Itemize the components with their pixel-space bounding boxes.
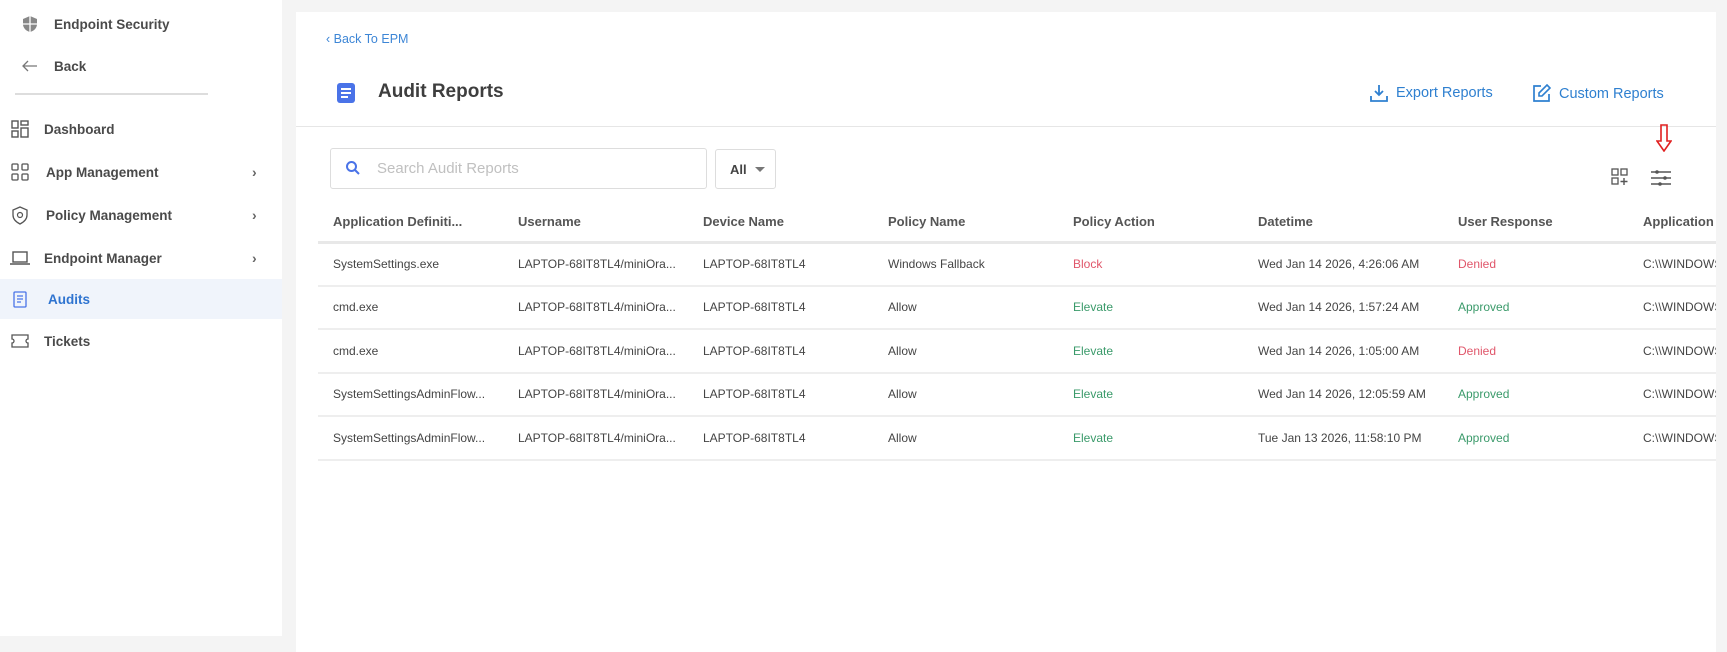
column-settings-sliders-icon[interactable]	[1651, 170, 1671, 186]
ticket-icon	[10, 331, 30, 351]
main-panel: ‹ Back To EPM Audit Reports Export Repor…	[296, 12, 1716, 652]
sidebar-item-audits[interactable]: Audits	[0, 279, 282, 319]
table-cell: Approved	[1443, 372, 1628, 417]
chevron-right-icon: ›	[252, 164, 257, 180]
column-header[interactable]: Policy Action	[1058, 202, 1243, 244]
sidebar-item-dashboard[interactable]: Dashboard	[0, 109, 282, 149]
sidebar-item-app-management[interactable]: App Management ›	[0, 152, 282, 192]
back-button[interactable]: Back	[10, 46, 292, 86]
table-cell: Wed Jan 14 2026, 12:05:59 AM	[1243, 372, 1443, 417]
table-cell: LAPTOP-68IT8TL4/miniOra...	[503, 285, 688, 330]
chevron-right-icon: ›	[252, 207, 257, 223]
sidebar-item-endpoint-manager[interactable]: Endpoint Manager ›	[0, 238, 282, 278]
table-row[interactable]: SystemSettings.exe LAPTOP-68IT8TL4/miniOr…	[318, 242, 1716, 287]
table-cell: C:\\WINDOWS	[1628, 329, 1716, 374]
column-header[interactable]: Application	[1628, 202, 1716, 244]
sidebar: Endpoint Security Back Dashboard App Man…	[0, 0, 282, 636]
header-divider	[296, 126, 1716, 127]
chevron-right-icon: ›	[252, 250, 257, 266]
filter-dropdown[interactable]: All	[715, 149, 776, 189]
column-header[interactable]: Username	[503, 202, 688, 244]
caret-down-icon	[755, 167, 765, 172]
dashboard-icon	[10, 119, 30, 139]
table-cell: LAPTOP-68IT8TL4	[688, 285, 873, 330]
table-cell: LAPTOP-68IT8TL4/miniOra...	[503, 242, 688, 287]
table-cell: cmd.exe	[318, 329, 503, 374]
table-cell: SystemSettingsAdminFlow...	[318, 372, 503, 417]
sidebar-divider	[15, 93, 208, 95]
table-cell: Approved	[1443, 285, 1628, 330]
table-cell: SystemSettings.exe	[318, 242, 503, 287]
audit-report-icon	[337, 83, 355, 103]
table-row[interactable]: cmd.exe LAPTOP-68IT8TL4/miniOra... LAPTOP-…	[318, 285, 1716, 330]
table-cell: LAPTOP-68IT8TL4	[688, 416, 873, 461]
table-cell: Denied	[1443, 329, 1628, 374]
red-arrow-down-icon	[1656, 124, 1672, 152]
table-header-row: Application Definiti... Username Device Na…	[318, 202, 1716, 244]
table-cell: C:\\WINDOWS	[1628, 242, 1716, 287]
table-cell: SystemSettingsAdminFlow...	[318, 416, 503, 461]
table-cell: Allow	[873, 372, 1058, 417]
table-cell: LAPTOP-68IT8TL4	[688, 329, 873, 374]
export-reports-button[interactable]: Export Reports	[1370, 84, 1493, 102]
table-cell: Allow	[873, 329, 1058, 374]
download-icon	[1370, 85, 1388, 102]
column-header[interactable]: Datetime	[1243, 202, 1443, 244]
sidebar-item-policy-management[interactable]: Policy Management ›	[0, 195, 282, 235]
table-row[interactable]: SystemSettingsAdminFlow... LAPTOP-68IT8TL…	[318, 372, 1716, 417]
table-cell: LAPTOP-68IT8TL4	[688, 242, 873, 287]
column-header[interactable]: User Response	[1443, 202, 1628, 244]
table-cell: Denied	[1443, 242, 1628, 287]
table-cell: Elevate	[1058, 285, 1243, 330]
table-cell: LAPTOP-68IT8TL4/miniOra...	[503, 329, 688, 374]
shield-search-icon	[10, 205, 30, 225]
custom-reports-button[interactable]: Custom Reports	[1532, 84, 1664, 103]
column-header[interactable]: Policy Name	[873, 202, 1058, 244]
edit-icon	[1533, 84, 1551, 102]
column-header[interactable]: Application Definiti...	[318, 202, 503, 244]
shield-icon	[20, 14, 40, 34]
scrollbar[interactable]	[1716, 0, 1727, 636]
document-icon	[10, 289, 30, 309]
back-to-epm-link[interactable]: ‹ Back To EPM	[326, 32, 408, 46]
table-cell: C:\\WINDOWS	[1628, 416, 1716, 461]
audit-table: Application Definiti... Username Device Na…	[318, 202, 1716, 461]
app-title: Endpoint Security	[10, 4, 292, 44]
search-icon	[346, 161, 360, 175]
table-cell: LAPTOP-68IT8TL4	[688, 372, 873, 417]
laptop-icon	[10, 248, 30, 268]
table-cell: Allow	[873, 285, 1058, 330]
column-header[interactable]: Device Name	[688, 202, 873, 244]
table-row[interactable]: SystemSettingsAdminFlow... LAPTOP-68IT8TL…	[318, 416, 1716, 461]
table-cell: Wed Jan 14 2026, 1:57:24 AM	[1243, 285, 1443, 330]
search-input[interactable]	[377, 160, 677, 177]
table-row[interactable]: cmd.exe LAPTOP-68IT8TL4/miniOra... LAPTOP-…	[318, 329, 1716, 374]
table-cell: LAPTOP-68IT8TL4/miniOra...	[503, 416, 688, 461]
arrow-left-icon	[20, 56, 40, 76]
sidebar-item-tickets[interactable]: Tickets	[0, 321, 282, 361]
table-cell: Windows Fallback	[873, 242, 1058, 287]
search-box[interactable]	[330, 148, 707, 189]
table-cell: Elevate	[1058, 372, 1243, 417]
table-cell: C:\\WINDOWS	[1628, 372, 1716, 417]
table-cell: Wed Jan 14 2026, 4:26:06 AM	[1243, 242, 1443, 287]
table-cell: Elevate	[1058, 416, 1243, 461]
page-title: Audit Reports	[378, 81, 504, 102]
table-cell: C:\\WINDOWS	[1628, 285, 1716, 330]
table-cell: cmd.exe	[318, 285, 503, 330]
add-widget-icon[interactable]	[1611, 168, 1629, 186]
table-cell: Wed Jan 14 2026, 1:05:00 AM	[1243, 329, 1443, 374]
table-cell: Allow	[873, 416, 1058, 461]
table-cell: Block	[1058, 242, 1243, 287]
apps-icon	[10, 162, 30, 182]
table-cell: Tue Jan 13 2026, 11:58:10 PM	[1243, 416, 1443, 461]
table-cell: Approved	[1443, 416, 1628, 461]
table-cell: LAPTOP-68IT8TL4/miniOra...	[503, 372, 688, 417]
table-cell: Elevate	[1058, 329, 1243, 374]
